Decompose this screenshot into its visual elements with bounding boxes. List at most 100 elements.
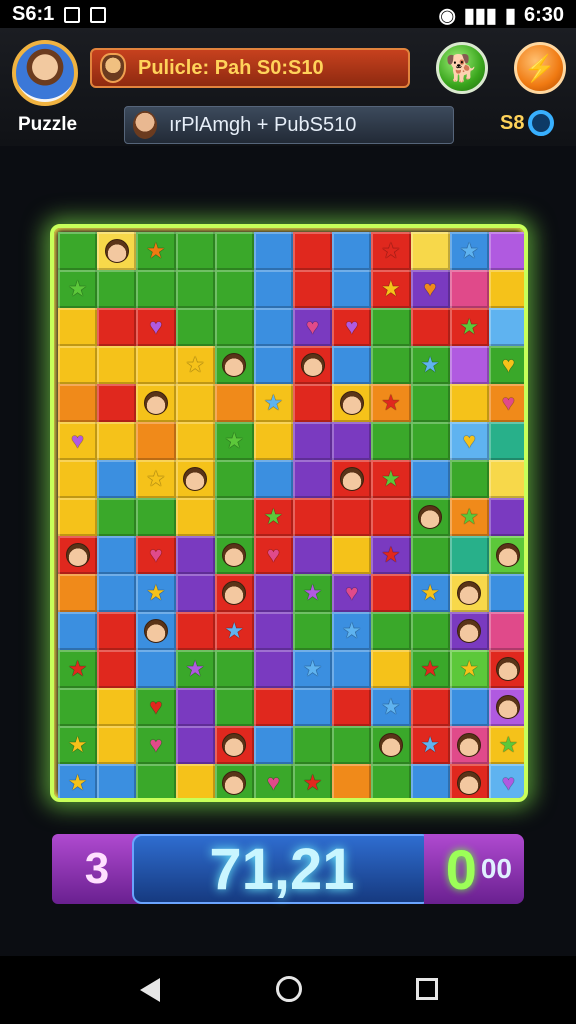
puzzle-tile[interactable]	[371, 574, 411, 612]
puzzle-tile[interactable]	[175, 764, 215, 798]
puzzle-tile[interactable]	[214, 688, 254, 726]
puzzle-tile[interactable]	[97, 612, 137, 650]
puzzle-tile[interactable]: ♥	[488, 764, 524, 798]
puzzle-tile[interactable]: ★	[214, 612, 254, 650]
puzzle-tile[interactable]	[449, 536, 489, 574]
puzzle-tile[interactable]: ★	[58, 650, 98, 688]
puzzle-tile[interactable]	[136, 612, 176, 650]
puzzle-tile[interactable]: ♥	[488, 346, 524, 384]
puzzle-tile[interactable]	[58, 460, 98, 498]
puzzle-tile[interactable]	[175, 232, 215, 270]
puzzle-tile[interactable]: ★	[214, 422, 254, 460]
puzzle-tile[interactable]	[253, 460, 293, 498]
puzzle-tile[interactable]	[488, 688, 524, 726]
puzzle-tile[interactable]	[293, 498, 333, 536]
puzzle-tile[interactable]: ★	[175, 346, 215, 384]
puzzle-tile[interactable]	[253, 574, 293, 612]
puzzle-tile[interactable]	[332, 650, 372, 688]
puzzle-tile[interactable]	[371, 612, 411, 650]
puzzle-tile[interactable]	[371, 346, 411, 384]
puzzle-tile[interactable]: ★	[58, 764, 98, 798]
puzzle-tile[interactable]: ♥	[488, 384, 524, 422]
puzzle-tile[interactable]: ★	[332, 612, 372, 650]
puzzle-tile[interactable]	[293, 612, 333, 650]
puzzle-tile[interactable]	[136, 650, 176, 688]
puzzle-tile[interactable]	[488, 650, 524, 688]
puzzle-tile[interactable]	[136, 498, 176, 536]
puzzle-tile[interactable]	[371, 764, 411, 798]
puzzle-tile[interactable]	[253, 346, 293, 384]
puzzle-tile[interactable]	[58, 232, 98, 270]
puzzle-tile[interactable]	[214, 384, 254, 422]
puzzle-tile[interactable]	[253, 650, 293, 688]
puzzle-tile[interactable]	[97, 650, 137, 688]
puzzle-tile[interactable]: ♥	[136, 308, 176, 346]
puzzle-tile[interactable]: ★	[371, 232, 411, 270]
puzzle-tile[interactable]	[253, 270, 293, 308]
puzzle-tile[interactable]	[97, 422, 137, 460]
puzzle-tile[interactable]	[332, 346, 372, 384]
puzzle-tile[interactable]	[253, 232, 293, 270]
puzzle-tile[interactable]: ★	[136, 574, 176, 612]
puzzle-tile[interactable]	[449, 612, 489, 650]
puzzle-tile[interactable]	[214, 574, 254, 612]
puzzle-tile[interactable]: ★	[410, 650, 450, 688]
puzzle-tile[interactable]	[214, 764, 254, 798]
puzzle-tile[interactable]	[488, 308, 524, 346]
puzzle-tile[interactable]	[58, 612, 98, 650]
puzzle-tile[interactable]	[449, 270, 489, 308]
puzzle-tile[interactable]	[293, 422, 333, 460]
puzzle-tile[interactable]	[488, 232, 524, 270]
puzzle-tile[interactable]	[214, 498, 254, 536]
puzzle-tile[interactable]	[488, 460, 524, 498]
puzzle-tile[interactable]	[488, 422, 524, 460]
puzzle-tile[interactable]	[253, 612, 293, 650]
puzzle-tile[interactable]	[214, 726, 254, 764]
boost-button[interactable]: ⚡	[514, 42, 566, 94]
puzzle-tile[interactable]: ★	[371, 536, 411, 574]
puzzle-tile[interactable]: ♥	[136, 726, 176, 764]
puzzle-tile[interactable]	[214, 650, 254, 688]
puzzle-tile[interactable]	[136, 270, 176, 308]
puzzle-tile[interactable]: ★	[371, 384, 411, 422]
puzzle-tile[interactable]: ♥	[136, 536, 176, 574]
puzzle-tile[interactable]	[175, 460, 215, 498]
puzzle-tile[interactable]	[175, 536, 215, 574]
puzzle-tile[interactable]	[175, 726, 215, 764]
puzzle-tile[interactable]	[214, 346, 254, 384]
puzzle-tile[interactable]: ★	[449, 498, 489, 536]
puzzle-tile[interactable]	[136, 422, 176, 460]
puzzle-tile[interactable]: ★	[410, 726, 450, 764]
hint-button[interactable]: 🐕	[436, 42, 488, 94]
puzzle-tile[interactable]: ★	[136, 460, 176, 498]
puzzle-tile[interactable]	[332, 232, 372, 270]
puzzle-tile[interactable]	[332, 384, 372, 422]
puzzle-tile[interactable]	[449, 764, 489, 798]
puzzle-tile[interactable]	[136, 346, 176, 384]
puzzle-tile[interactable]	[410, 422, 450, 460]
puzzle-tile[interactable]	[488, 498, 524, 536]
puzzle-tile[interactable]	[175, 270, 215, 308]
puzzle-tile[interactable]	[332, 764, 372, 798]
puzzle-tile[interactable]	[175, 422, 215, 460]
puzzle-tile[interactable]	[253, 688, 293, 726]
puzzle-tile[interactable]	[371, 498, 411, 536]
puzzle-tile[interactable]	[214, 270, 254, 308]
puzzle-tile[interactable]	[371, 308, 411, 346]
puzzle-tile[interactable]	[488, 612, 524, 650]
puzzle-tile[interactable]	[293, 460, 333, 498]
puzzle-tile[interactable]	[58, 498, 98, 536]
puzzle-tile[interactable]	[332, 498, 372, 536]
puzzle-tile[interactable]	[58, 346, 98, 384]
puzzle-tile[interactable]	[410, 764, 450, 798]
puzzle-tile[interactable]	[136, 764, 176, 798]
puzzle-tile[interactable]: ♥	[253, 764, 293, 798]
puzzle-tile[interactable]: ♥	[58, 422, 98, 460]
puzzle-tile[interactable]	[488, 536, 524, 574]
puzzle-tile[interactable]	[449, 346, 489, 384]
puzzle-tile[interactable]: ★	[449, 308, 489, 346]
puzzle-tile[interactable]	[449, 384, 489, 422]
puzzle-tile[interactable]	[371, 650, 411, 688]
puzzle-tile[interactable]	[293, 688, 333, 726]
puzzle-tile[interactable]	[332, 536, 372, 574]
